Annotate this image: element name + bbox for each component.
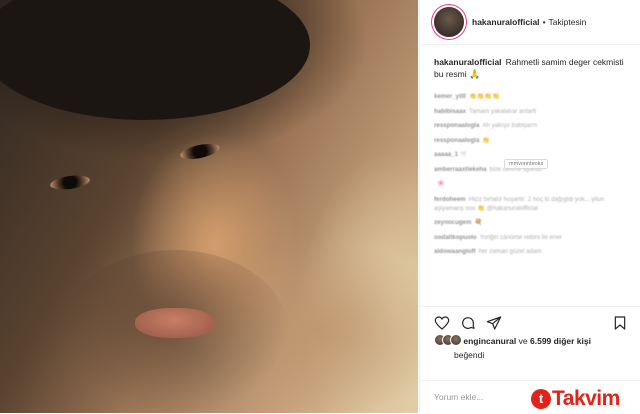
comment-text: Yoriğin cänüme vebini ile ener xyxy=(479,234,562,241)
comments-list: hakanuralofficial Rahmetli samim deger ce… xyxy=(434,56,634,308)
comment-user[interactable]: ferdoheem xyxy=(434,196,466,203)
likes-connector: ve xyxy=(518,335,528,346)
post-header: hakanuralofficial • Takiptesin xyxy=(420,0,640,45)
comment-text: 💐 xyxy=(474,218,483,226)
list-item: oodaltkopuolo Yoriğin cänüme vebini ile e… xyxy=(434,230,634,245)
comment-user[interactable]: ressponaalogla xyxy=(434,137,479,144)
header-separator: • xyxy=(542,17,546,27)
comment-user[interactable]: zeynocugem xyxy=(434,219,471,226)
comment-user[interactable]: aldowaangloft xyxy=(434,248,476,255)
photo-eye-left xyxy=(49,173,91,192)
caption-username[interactable]: hakanuralofficial xyxy=(434,57,502,67)
comment-user[interactable]: habibisaax xyxy=(434,108,466,115)
post-side-panel: hakanuralofficial • Takiptesin hakanural… xyxy=(419,0,640,413)
pray-emoji-icon: 🙏 xyxy=(468,69,481,79)
bookmark-icon[interactable] xyxy=(612,315,628,331)
takvim-watermark: t Takvim xyxy=(531,385,620,413)
liker-avatars[interactable] xyxy=(434,334,462,349)
share-icon[interactable] xyxy=(486,315,502,331)
list-item: 🌸 xyxy=(434,177,634,192)
post-photo xyxy=(0,0,418,413)
list-item: ressponaalogla 👏 xyxy=(434,134,634,149)
takvim-wordmark: Takvim xyxy=(552,387,620,410)
comment-text: 🌸 xyxy=(437,180,445,187)
heart-icon[interactable] xyxy=(434,315,450,331)
caption: hakanuralofficial Rahmetli samim deger ce… xyxy=(434,56,634,80)
list-item: ferdoheem Hiçiz bırlalız hoşartir: 2 hoç … xyxy=(434,192,634,216)
liker-username[interactable]: engincanural xyxy=(463,336,516,346)
photo-lips-shape xyxy=(135,308,215,338)
photo-eye-right xyxy=(179,140,221,163)
comment-text: Ah yakışır babişarm xyxy=(482,122,538,129)
mention-tooltip: mmvonnteoks xyxy=(504,159,549,169)
comment-icon[interactable] xyxy=(460,315,476,331)
comment-user[interactable]: aaaaa_1 xyxy=(434,151,458,158)
takvim-logo-icon: t xyxy=(531,389,551,409)
header-username[interactable]: hakanuralofficial xyxy=(472,17,540,27)
likes-summary: engincanural ve 6.599 diğer kişi beğendi xyxy=(434,334,634,360)
action-bar xyxy=(420,306,640,337)
follow-status[interactable]: Takiptesin xyxy=(549,17,587,27)
comment-text: 👏👏👏👏 xyxy=(469,93,500,100)
list-item: aldowaangloft her zaman güzel adam xyxy=(434,245,634,260)
list-item: zeynocugem 💐 xyxy=(434,216,634,231)
list-item: kemer_yilll 👏👏👏👏 xyxy=(434,90,634,105)
likes-suffix: beğendi xyxy=(454,350,485,360)
comment-text: !!! xyxy=(461,151,467,158)
comment-text: her zaman güzel adam xyxy=(478,248,542,255)
list-item: ressponaalogla Ah yakışır babişarm xyxy=(434,119,634,134)
comment-user[interactable]: kemer_yilll xyxy=(434,93,466,100)
list-item: habibisaax Tamam yakalalıar anlarlt xyxy=(434,105,634,120)
comment-user[interactable]: oodaltkopuolo xyxy=(434,234,477,241)
photo-hair-shape xyxy=(0,0,310,120)
comment-input[interactable] xyxy=(434,389,544,405)
avatar[interactable] xyxy=(434,7,464,37)
likes-count[interactable]: 6.599 diğer kişi xyxy=(530,336,591,346)
comment-text: Tamam yakalalıar anlarlt xyxy=(468,107,537,115)
comment-user[interactable]: amberraaxtiekeha xyxy=(434,166,487,173)
comment-text: 👏 xyxy=(482,136,491,144)
comment-user[interactable]: ressponaalogla xyxy=(434,122,479,129)
